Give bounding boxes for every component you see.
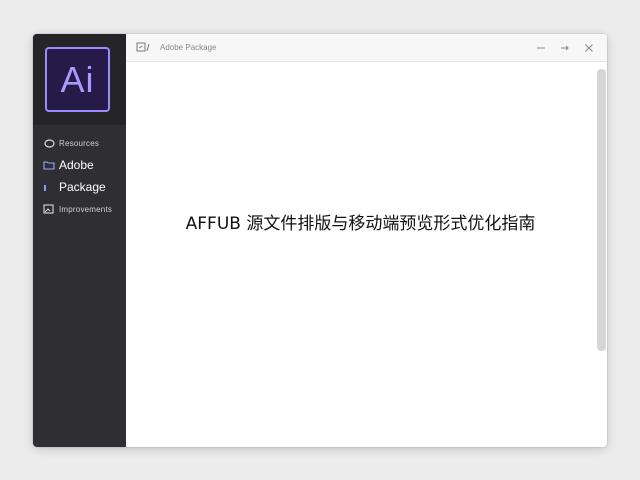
sidebar-item-label: Adobe	[59, 158, 94, 172]
sidebar-item-package[interactable]: Package	[33, 176, 126, 198]
title-bar: Adobe Package	[126, 34, 607, 62]
sidebar-item-adobe[interactable]: Adobe	[33, 154, 126, 176]
sidebar-item-label: Improvements	[59, 204, 113, 214]
sidebar-nav: Resources Adobe Package Improvements	[33, 132, 126, 220]
window-app-icon	[136, 42, 152, 54]
restore-button[interactable]	[553, 34, 577, 61]
main-panel: Adobe Package AFFUB 源文件排版与移动端预览形式优化指南	[126, 34, 607, 447]
minimize-icon	[537, 47, 545, 48]
app-window: Ai Resources Adobe Package Improvements …	[33, 34, 607, 447]
picture-icon	[43, 203, 55, 215]
sidebar-item-improvements[interactable]: Improvements	[33, 198, 126, 220]
vertical-scrollbar[interactable]	[597, 69, 606, 351]
close-button[interactable]	[577, 34, 601, 61]
restore-icon	[561, 45, 569, 50]
sidebar-item-resources[interactable]: Resources	[33, 132, 126, 154]
sidebar: Ai Resources Adobe Package Improvements	[33, 34, 126, 447]
logo-area: Ai	[33, 34, 126, 125]
bar-icon	[43, 181, 55, 193]
sidebar-item-label: Resources	[59, 138, 100, 148]
content-area: AFFUB 源文件排版与移动端预览形式优化指南	[126, 62, 607, 447]
minimize-button[interactable]	[529, 34, 553, 61]
page-headline: AFFUB 源文件排版与移动端预览形式优化指南	[185, 214, 536, 234]
sidebar-item-label: Package	[59, 180, 106, 194]
circle-outline-icon	[43, 137, 55, 149]
window-controls	[529, 34, 601, 61]
close-icon	[585, 43, 593, 52]
window-title: Adobe Package	[160, 43, 217, 52]
folder-icon	[43, 159, 55, 171]
illustrator-logo[interactable]: Ai	[45, 47, 110, 112]
